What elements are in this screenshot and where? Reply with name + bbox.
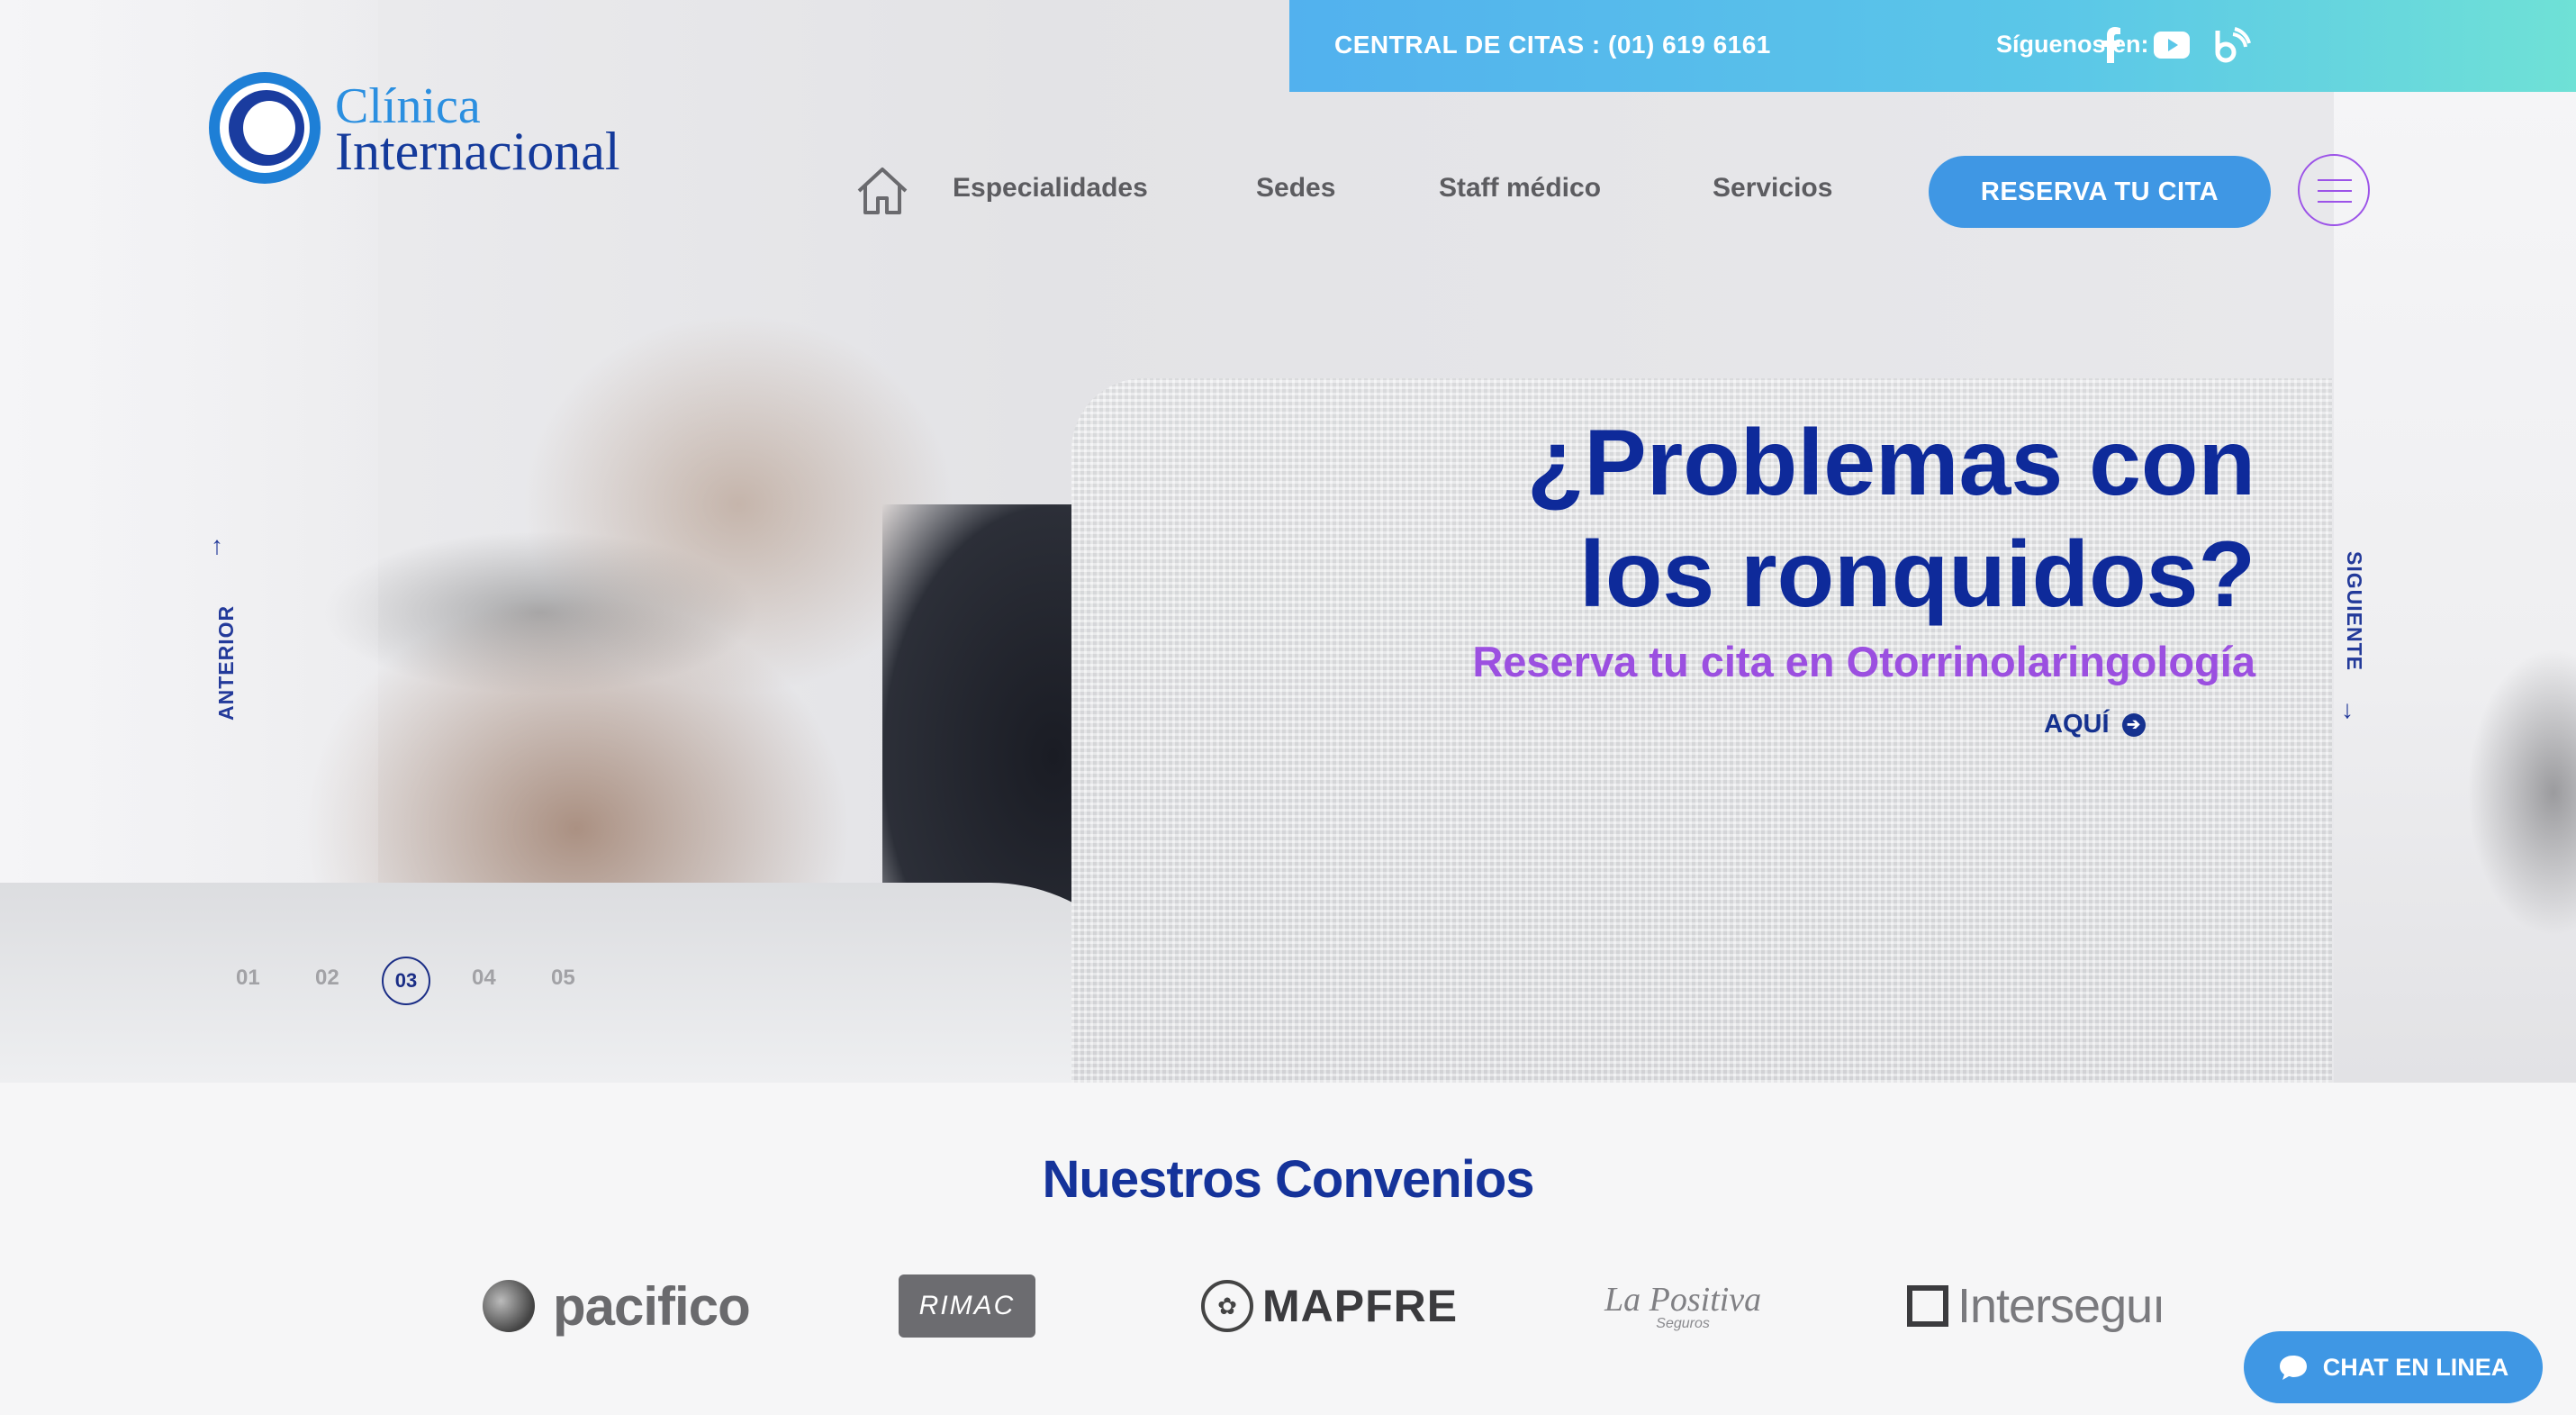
interseguro-square-icon: [1907, 1285, 1948, 1327]
home-icon[interactable]: [854, 166, 911, 216]
hero-next-slide-face: [2467, 649, 2576, 937]
hero-headline-line2: los ronquidos?: [1578, 522, 2255, 627]
nav-staff-medico[interactable]: Staff médico: [1439, 173, 1601, 204]
clinica-internacional-logo[interactable]: Clínica Internacional: [207, 70, 693, 187]
reserva-tu-cita-button[interactable]: RESERVA TU CITA: [1929, 156, 2271, 228]
partner-interseguro-logo[interactable]: Interseguı: [1907, 1261, 2165, 1351]
arrow-down-icon: ↓: [2341, 695, 2354, 723]
hero-headline-line1: ¿Problemas con: [1526, 411, 2255, 515]
hero-cta-aqui-link[interactable]: AQUÍ ➔: [2044, 710, 2146, 739]
hero-subline: Reserva tu cita en Otorrinolaringología: [1472, 638, 2255, 685]
nav-servicios[interactable]: Servicios: [1713, 173, 1832, 204]
slider-next-button[interactable]: SIGUIENTE ↓: [2330, 551, 2384, 731]
pacifico-icon: [483, 1280, 535, 1332]
slide-indicator-03-active[interactable]: 03: [382, 957, 430, 1005]
slide-indicator-02[interactable]: 02: [315, 966, 339, 991]
partner-rimac-logo[interactable]: RIMAC: [899, 1261, 1035, 1351]
top-contact-bar: CENTRAL DE CITAS : (01) 619 6161 Sígueno…: [1289, 0, 2576, 92]
nav-especialidades[interactable]: Especialidades: [953, 173, 1148, 204]
youtube-icon[interactable]: [2154, 25, 2190, 65]
slider-prev-label: ANTERIOR: [214, 604, 238, 721]
slide-indicator-05[interactable]: 05: [551, 966, 575, 991]
arrow-up-icon: ↑: [211, 531, 223, 559]
aqui-label: AQUÍ: [2044, 710, 2110, 739]
partner-la-positiva-logo[interactable]: La Positiva Seguros: [1604, 1261, 1761, 1351]
partner-mapfre-logo[interactable]: ✿ MAPFRE: [1201, 1261, 1458, 1351]
hamburger-menu-button[interactable]: [2298, 154, 2370, 226]
chat-bubble-icon: [2279, 1356, 2307, 1380]
central-de-citas-phone[interactable]: CENTRAL DE CITAS : (01) 619 6161: [1334, 31, 1771, 59]
partner-pacifico-logo[interactable]: pacifico: [483, 1261, 751, 1351]
slider-next-label: SIGUIENTE: [2343, 551, 2366, 671]
arrow-right-circle-icon: ➔: [2121, 712, 2146, 737]
chat-label: CHAT EN LINEA: [2322, 1353, 2509, 1381]
convenios-title: Nuestros Convenios: [1042, 1150, 1535, 1209]
facebook-icon[interactable]: [2092, 25, 2129, 65]
blog-icon[interactable]: [2215, 25, 2251, 65]
hero-bg-pillow: [0, 883, 1170, 1083]
slide-indicator-04[interactable]: 04: [472, 966, 496, 991]
slide-indicator-01[interactable]: 01: [236, 966, 260, 991]
slider-prev-button[interactable]: ↑ ANTERIOR: [200, 531, 254, 730]
logo-text-line2: Internacional: [335, 122, 620, 181]
chat-en-linea-button[interactable]: CHAT EN LINEA: [2244, 1331, 2543, 1403]
mapfre-tree-icon: ✿: [1201, 1280, 1253, 1332]
hero-headline: ¿Problemas con los ronquidos?: [1527, 407, 2255, 630]
nav-sedes[interactable]: Sedes: [1256, 173, 1335, 204]
